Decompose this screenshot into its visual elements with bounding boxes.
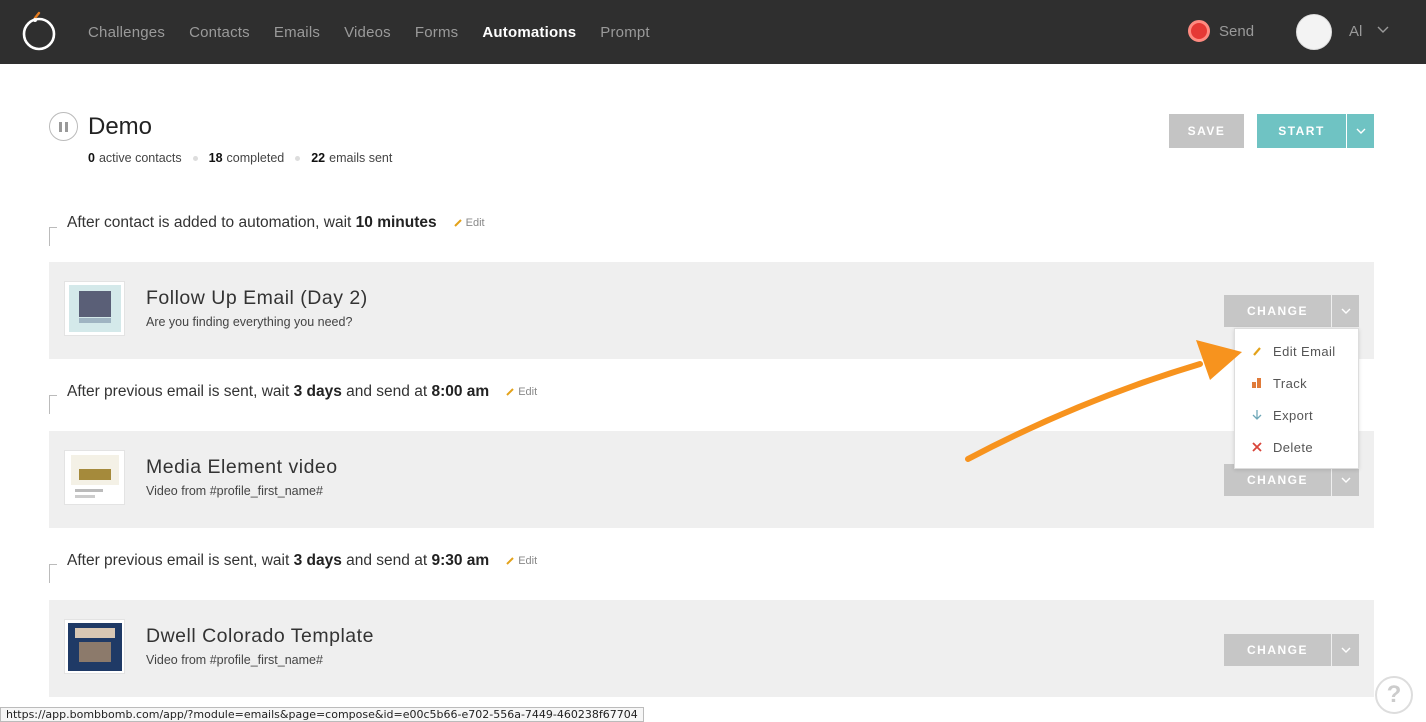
email-subtitle: Video from #profile_first_name#	[146, 653, 323, 667]
email-title[interactable]: Dwell Colorado Template	[146, 625, 374, 648]
change-button[interactable]: CHANGE	[1224, 634, 1331, 666]
send-button[interactable]: Send	[1188, 20, 1254, 42]
main-nav: Challenges Contacts Emails Videos Forms …	[88, 0, 674, 64]
wait-text: After previous email is sent, wait 3 day…	[67, 383, 490, 400]
change-options-button[interactable]	[1332, 295, 1359, 327]
stat-sent-value: 22	[311, 151, 326, 165]
wait-text: After contact is added to automation, wa…	[67, 214, 437, 231]
email-step-card: Follow Up Email (Day 2) Are you finding …	[49, 262, 1374, 359]
edit-wait-link[interactable]: Edit	[505, 386, 537, 398]
bar-chart-icon	[1250, 376, 1264, 390]
stat-active-label: active contacts	[98, 151, 182, 165]
chevron-down-icon	[1341, 308, 1350, 314]
wait-step: After previous email is sent, wait 3 day…	[49, 376, 537, 408]
menu-item-export[interactable]: Export	[1235, 399, 1358, 431]
page-title: Demo	[88, 113, 153, 140]
download-arrow-icon	[1250, 408, 1264, 422]
browser-status-url: https://app.bombbomb.com/app/?module=ema…	[0, 707, 644, 722]
save-button[interactable]: SAVE	[1169, 114, 1244, 148]
menu-item-label: Edit Email	[1273, 343, 1336, 359]
help-button[interactable]: ?	[1375, 676, 1413, 714]
menu-item-label: Export	[1273, 407, 1313, 423]
email-title[interactable]: Follow Up Email (Day 2)	[146, 287, 368, 310]
edit-wait-link[interactable]: Edit	[505, 555, 537, 567]
record-icon	[1188, 20, 1210, 42]
nav-videos[interactable]: Videos	[344, 24, 391, 41]
menu-item-track[interactable]: Track	[1235, 367, 1358, 399]
wait-step: After contact is added to automation, wa…	[49, 207, 485, 239]
email-step-card: Dwell Colorado Template Video from #prof…	[49, 600, 1374, 697]
email-thumbnail[interactable]	[64, 450, 125, 505]
pencil-icon	[453, 219, 462, 227]
menu-item-edit-email[interactable]: Edit Email	[1235, 335, 1358, 367]
chevron-down-icon[interactable]	[1376, 22, 1390, 36]
stat-active-value: 0	[88, 151, 95, 165]
menu-item-label: Track	[1273, 375, 1308, 391]
email-title[interactable]: Media Element video	[146, 456, 338, 479]
change-options-button[interactable]	[1332, 634, 1359, 666]
nav-forms[interactable]: Forms	[415, 24, 459, 41]
pause-button[interactable]	[49, 112, 78, 141]
send-label: Send	[1219, 22, 1255, 40]
pause-icon-bar	[65, 121, 68, 132]
menu-item-delete[interactable]: Delete	[1235, 431, 1358, 463]
wait-text: After previous email is sent, wait 3 day…	[67, 552, 490, 569]
nav-challenges[interactable]: Challenges	[88, 24, 165, 41]
automation-stats: 0 active contacts 18 completed 22 emails…	[88, 151, 392, 165]
email-thumbnail[interactable]	[64, 281, 125, 336]
nav-prompt[interactable]: Prompt	[600, 24, 650, 41]
stat-completed-label: completed	[226, 151, 285, 165]
user-name[interactable]: Al	[1349, 23, 1362, 40]
email-subtitle: Video from #profile_first_name#	[146, 484, 323, 498]
bombbomb-logo-icon[interactable]	[20, 10, 60, 52]
x-icon	[1250, 440, 1264, 454]
stat-separator	[295, 155, 301, 161]
chevron-down-icon	[1356, 128, 1365, 134]
nav-contacts[interactable]: Contacts	[189, 24, 250, 41]
email-thumbnail[interactable]	[64, 619, 125, 674]
stat-sent-label: emails sent	[329, 151, 393, 165]
chevron-down-icon	[1341, 647, 1350, 653]
pencil-icon	[1250, 344, 1264, 358]
pencil-icon	[506, 557, 514, 565]
start-options-button[interactable]	[1347, 114, 1374, 148]
avatar[interactable]	[1296, 14, 1332, 50]
menu-item-label: Delete	[1273, 439, 1313, 455]
change-options-menu: Edit Email Track Export Delete	[1234, 328, 1359, 469]
stat-separator	[192, 155, 198, 161]
top-navbar: Challenges Contacts Emails Videos Forms …	[0, 0, 1426, 64]
email-step-card: Media Element video Video from #profile_…	[49, 431, 1374, 528]
email-subtitle: Are you finding everything you need?	[146, 315, 353, 329]
pencil-icon	[506, 388, 514, 396]
stat-completed-value: 18	[208, 151, 223, 165]
pause-icon	[59, 121, 62, 132]
start-button[interactable]: START	[1257, 114, 1346, 148]
wait-step: After previous email is sent, wait 3 day…	[49, 545, 537, 577]
nav-automations[interactable]: Automations	[482, 24, 576, 41]
nav-emails[interactable]: Emails	[274, 24, 320, 41]
change-button[interactable]: CHANGE	[1224, 295, 1331, 327]
chevron-down-icon	[1341, 477, 1350, 483]
edit-wait-link[interactable]: Edit	[453, 217, 485, 229]
